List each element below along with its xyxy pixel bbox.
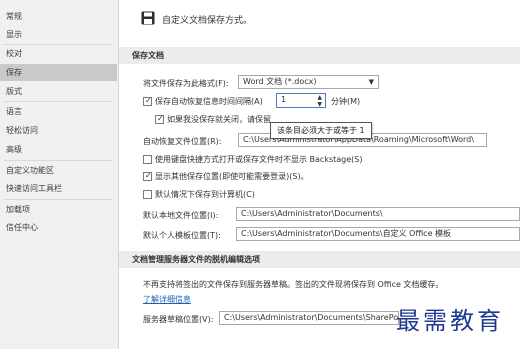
sidebar-item-layout[interactable]: 版式 — [0, 83, 117, 100]
offline-description: 不再支持将签出的文件保存到服务器草稿。签出的文件现将保存到 Office 文档缓… — [143, 280, 444, 289]
sidebar-item-proofing[interactable]: 校对 — [0, 45, 117, 62]
default-local-location-input[interactable]: C:\Users\Administrator\Documents\ — [236, 207, 520, 221]
autorecover-minutes-input[interactable]: 1 ▲ ▼ — [276, 93, 326, 108]
chevron-down-icon: ▼ — [368, 78, 374, 86]
dont-show-backstage-label: 使用键盘快捷方式打开或保存文件时不显示 Backstage(S) — [155, 155, 363, 164]
sidebar-divider — [4, 199, 112, 200]
show-additional-places-label: 显示其他保存位置(即使可能需要登录)(S)。 — [155, 172, 309, 181]
spin-down-icon[interactable]: ▼ — [317, 99, 322, 107]
keep-last-version-label: 如果我没保存就关闭，请保留 — [167, 115, 271, 124]
server-drafts-location-input[interactable]: C:\Users\Administrator\Documents\SharePo… — [219, 311, 399, 325]
server-drafts-location-label: 服务器草稿位置(V): — [143, 315, 214, 324]
default-local-location-label: 默认本地文件位置(I): — [143, 211, 219, 220]
save-format-value: Word 文档 (*.docx) — [243, 77, 317, 86]
sidebar-item-display[interactable]: 显示 — [0, 26, 117, 43]
sidebar-item-advanced[interactable]: 高级 — [0, 141, 117, 158]
save-icon — [141, 11, 155, 25]
sidebar-item-save[interactable]: 保存 — [0, 64, 117, 81]
autorecover-label: 保存自动恢复信息时间间隔(A) — [155, 97, 263, 106]
save-to-computer-label: 默认情况下保存到计算机(C) — [155, 190, 255, 199]
save-format-label: 将文件保存为此格式(F): — [143, 79, 229, 88]
sidebar-divider — [4, 160, 112, 161]
sidebar-item-addins[interactable]: 加载项 — [0, 201, 117, 218]
default-template-location-input[interactable]: C:\Users\Administrator\Documents\自定义 Off… — [236, 227, 520, 241]
sidebar-item-accessibility[interactable]: 轻松访问 — [0, 122, 117, 139]
dont-show-backstage-checkbox[interactable] — [143, 155, 152, 164]
section-title-offline-editing: 文档管理服务器文件的脱机编辑选项 — [119, 251, 520, 268]
keep-last-version-checkbox[interactable]: ✓ — [155, 114, 164, 124]
autorecover-checkbox[interactable]: ✓ — [143, 96, 152, 106]
default-template-location-label: 默认个人模板位置(T): — [143, 231, 221, 240]
validation-tooltip: 该条目必须大于或等于 1 — [270, 122, 372, 139]
sidebar-item-quick-access-toolbar[interactable]: 快速访问工具栏 — [0, 180, 117, 197]
autorecover-minutes-value: 1 — [281, 95, 287, 104]
page-title: 自定义文档保存方式。 — [162, 16, 253, 26]
watermark-logo: 最需教育 — [396, 307, 504, 335]
sidebar-divider — [4, 101, 112, 102]
sidebar-item-language[interactable]: 语言 — [0, 103, 117, 120]
sidebar-item-trust-center[interactable]: 信任中心 — [0, 219, 117, 236]
save-to-computer-checkbox[interactable] — [143, 190, 152, 199]
options-sidebar: 常规 显示 校对 保存 版式 语言 轻松访问 高级 自定义功能区 快速访问工具栏… — [0, 0, 119, 349]
show-additional-places-checkbox[interactable]: ✓ — [143, 171, 152, 181]
save-format-select[interactable]: Word 文档 (*.docx) ▼ — [238, 75, 379, 89]
sidebar-item-customize-ribbon[interactable]: 自定义功能区 — [0, 162, 117, 179]
sidebar-item-general[interactable]: 常规 — [0, 8, 117, 25]
learn-more-link[interactable]: 了解详细信息 — [143, 294, 191, 305]
section-title-save-documents: 保存文档 — [119, 47, 520, 64]
autorecover-location-label: 自动恢复文件位置(R): — [143, 137, 222, 146]
minutes-label: 分钟(M) — [331, 97, 361, 106]
